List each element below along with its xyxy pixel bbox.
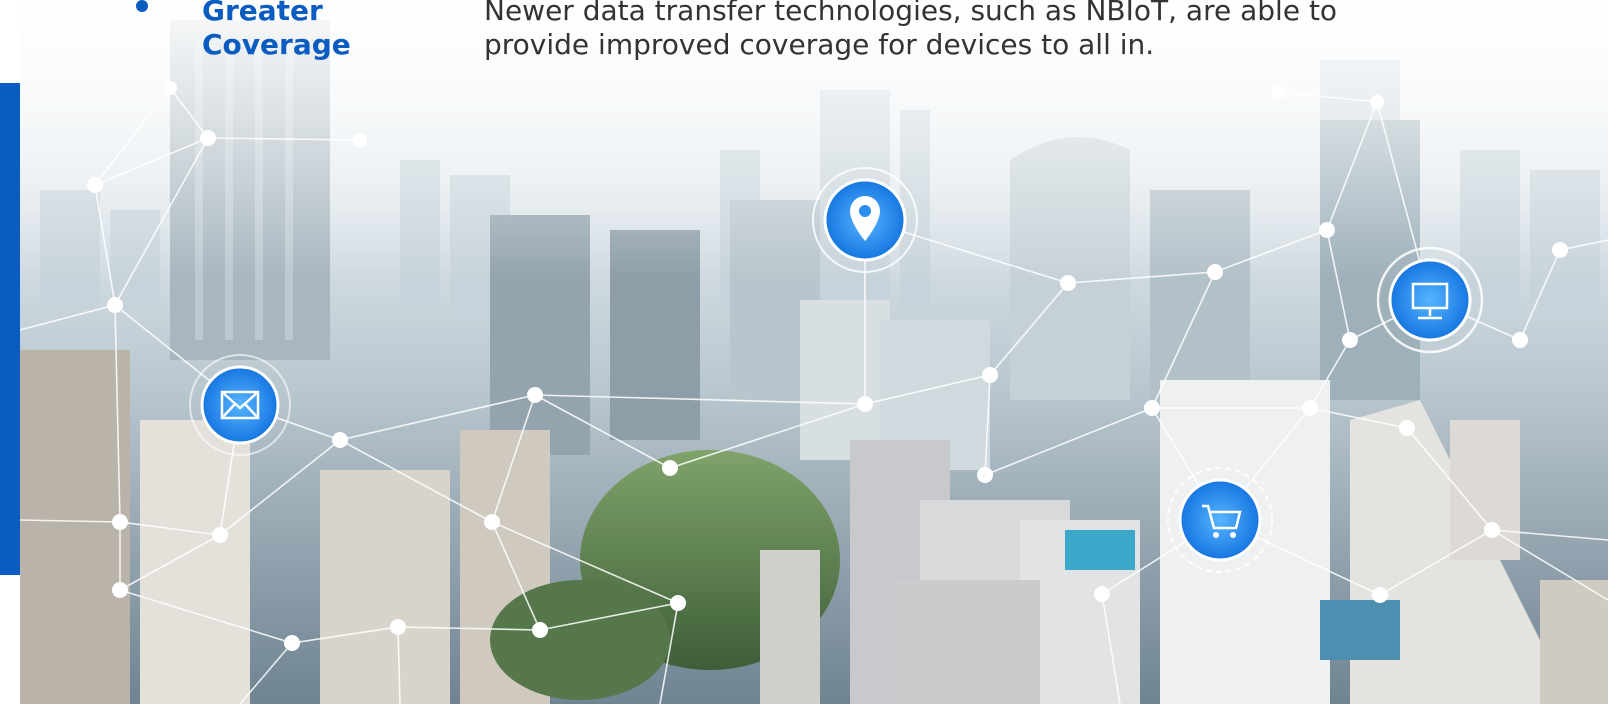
bullet-point: Greater Coverage Newer data transfer tec… [0,0,1608,80]
bullet-dot-icon [136,0,148,12]
location-pin-icon [812,167,918,273]
bullet-heading: Greater Coverage [202,0,351,61]
smart-city-hero-image [20,0,1608,704]
email-icon [189,354,291,456]
monitor-icon [1376,246,1484,354]
shopping-cart-icon [1167,467,1273,573]
bullet-description: Newer data transfer technologies, such a… [484,0,1338,61]
accent-bar [0,83,20,575]
